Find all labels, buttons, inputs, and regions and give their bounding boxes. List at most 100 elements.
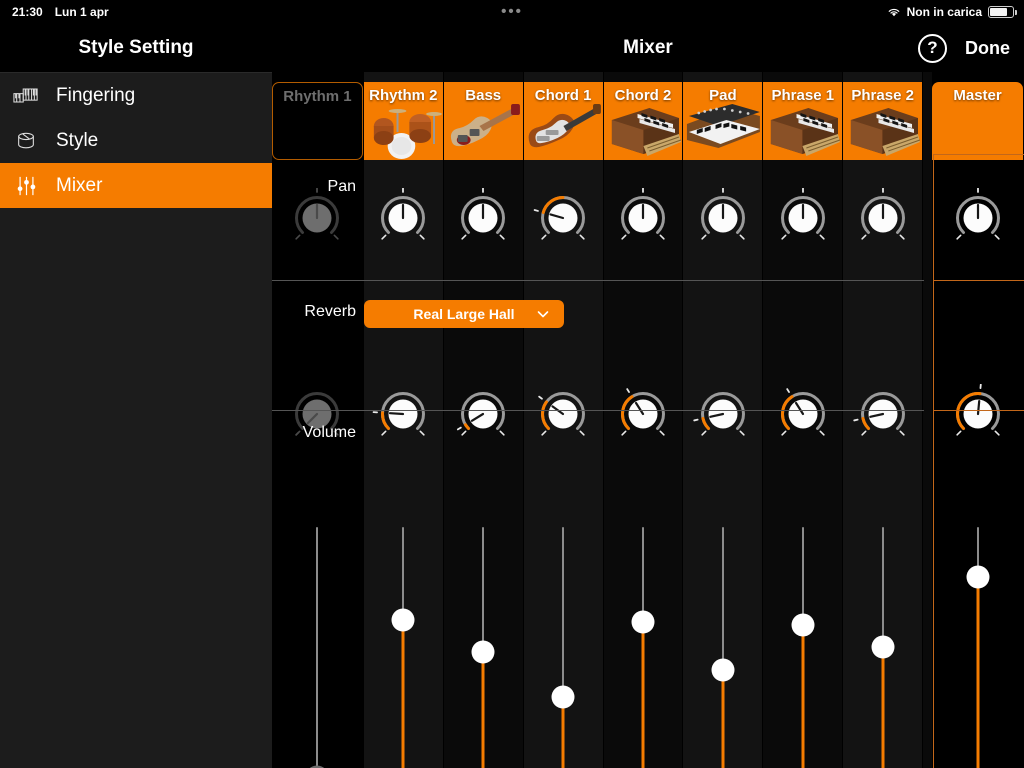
master-header-button[interactable]: Master: [932, 82, 1023, 160]
mixer-strip: Pad: [683, 72, 764, 768]
pan-knob[interactable]: [772, 188, 834, 250]
navigation-bar: Style Setting Mixer ? Done: [0, 24, 1024, 72]
track-header-button[interactable]: Phrase 1: [763, 82, 843, 160]
track-name-label: Master: [953, 87, 1002, 104]
mixer-strip: Phrase 1: [763, 72, 844, 768]
volume-thumb[interactable]: [391, 608, 415, 631]
track-header-button[interactable]: Chord 2: [603, 82, 683, 160]
track-header-button[interactable]: Bass: [443, 82, 523, 160]
sidebar-item-style[interactable]: Style: [0, 118, 272, 163]
volume-section: [604, 482, 683, 768]
pan-section: [364, 160, 443, 280]
mixer-strips: Rhythm 1 Rhythm 2 Bass Chord 1 Chord 2 P…: [272, 72, 1024, 768]
reverb-section: [763, 281, 842, 482]
volume-section: [364, 482, 443, 768]
volume-slider[interactable]: [958, 527, 998, 768]
reverb-knob[interactable]: [372, 384, 434, 446]
track-header-button[interactable]: Chord 1: [523, 82, 603, 160]
reverb-section: [683, 281, 762, 482]
volume-section: [763, 482, 842, 768]
pan-section: [444, 160, 523, 280]
track-header-button[interactable]: Phrase 2: [843, 82, 923, 160]
pan-knob[interactable]: [532, 188, 594, 250]
pan-knob[interactable]: [852, 188, 914, 250]
pan-knob[interactable]: [372, 188, 434, 250]
pan-section: [683, 160, 762, 280]
reverb-section: [932, 281, 1023, 482]
master-divider-pan: [933, 280, 1024, 281]
volume-slider[interactable]: [703, 527, 743, 768]
mixer-strip: Chord 1: [523, 72, 604, 768]
volume-section: [843, 482, 922, 768]
pan-section: [763, 160, 842, 280]
battery-status-label: Non in carica: [906, 5, 982, 19]
done-button[interactable]: Done: [965, 38, 1010, 59]
reverb-preset-dropdown[interactable]: Real Large Hall: [364, 300, 564, 328]
volume-thumb[interactable]: [791, 613, 815, 636]
volume-thumb[interactable]: [871, 635, 895, 659]
volume-thumb[interactable]: [966, 565, 990, 589]
volume-fill: [881, 647, 885, 768]
track-header-button[interactable]: Pad: [683, 82, 763, 160]
reverb-knob[interactable]: [852, 384, 914, 446]
drum-icon: [12, 129, 40, 153]
volume-slider[interactable]: [863, 527, 903, 768]
volume-section: [272, 482, 363, 768]
volume-thumb[interactable]: [471, 640, 495, 664]
reverb-knob[interactable]: [947, 384, 1009, 446]
master-divider-reverb: [933, 410, 1024, 411]
pan-knob[interactable]: [452, 188, 514, 250]
volume-fill: [401, 619, 405, 768]
track-name-label: Pad: [709, 87, 737, 104]
volume-thumb[interactable]: [631, 610, 655, 634]
reverb-knob[interactable]: [286, 384, 348, 446]
sidebar: Fingering Style Mixer: [0, 72, 272, 768]
battery-icon: [988, 6, 1017, 18]
volume-slider[interactable]: [297, 527, 337, 768]
volume-fill: [481, 652, 485, 768]
divider-reverb: [272, 410, 924, 411]
reverb-knob[interactable]: [692, 384, 754, 446]
pan-knob[interactable]: [286, 188, 348, 250]
pan-section: [604, 160, 683, 280]
mixer-strip-master: Master: [932, 72, 1024, 768]
track-name-label: Phrase 1: [771, 87, 835, 104]
pan-section: [843, 160, 922, 280]
status-right: Non in carica: [887, 5, 1017, 19]
track-header-button[interactable]: Rhythm 1: [272, 82, 363, 160]
reverb-knob[interactable]: [612, 384, 674, 446]
nav-right-actions: ? Done: [918, 24, 1010, 72]
volume-slider[interactable]: [783, 527, 823, 768]
pan-section: [272, 160, 363, 280]
status-bar: 21:30 Lun 1 apr ••• Non in carica: [0, 0, 1024, 24]
pan-knob[interactable]: [692, 188, 754, 250]
pan-section: [524, 160, 603, 280]
help-icon[interactable]: ?: [918, 33, 947, 63]
pan-section: [932, 160, 1023, 280]
pan-knob[interactable]: [947, 188, 1009, 250]
volume-slider[interactable]: [463, 527, 503, 768]
volume-thumb[interactable]: [711, 658, 735, 681]
volume-slider[interactable]: [623, 527, 663, 768]
track-header-button[interactable]: Rhythm 2: [363, 82, 443, 160]
volume-fill: [976, 577, 980, 768]
volume-slider[interactable]: [383, 527, 423, 768]
sidebar-item-mixer[interactable]: Mixer: [0, 163, 272, 208]
track-name-label: Rhythm 1: [283, 88, 352, 105]
page-title: Mixer: [623, 37, 673, 58]
volume-thumb[interactable]: [551, 685, 575, 709]
reverb-section: [843, 281, 922, 482]
reverb-section: [604, 281, 683, 482]
volume-fill: [721, 669, 725, 768]
reverb-knob[interactable]: [532, 384, 594, 446]
track-name-label: Chord 2: [614, 87, 672, 104]
volume-slider[interactable]: [543, 527, 583, 768]
volume-section: [524, 482, 603, 768]
reverb-knob[interactable]: [772, 384, 834, 446]
pan-knob[interactable]: [612, 188, 674, 250]
volume-fill: [801, 624, 805, 768]
reverb-knob[interactable]: [452, 384, 514, 446]
keyboard-icon: [12, 84, 40, 108]
mixer-strip: Bass: [443, 72, 524, 768]
sidebar-item-fingering[interactable]: Fingering: [0, 73, 272, 118]
